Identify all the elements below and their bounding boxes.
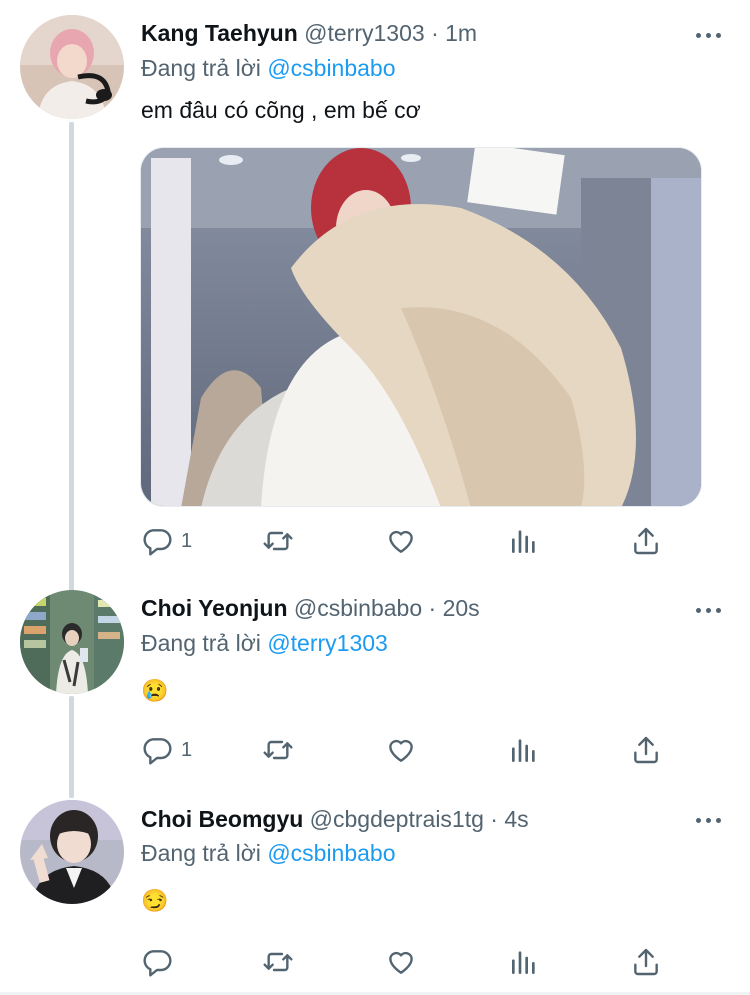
like-icon <box>389 739 413 762</box>
mention-link[interactable]: @csbinbabo <box>267 55 395 81</box>
share-icon <box>634 736 658 764</box>
replying-to: Đang trả lời @csbinbabo <box>141 55 396 82</box>
views-button[interactable] <box>508 942 540 982</box>
retweet-button[interactable] <box>262 730 294 770</box>
share-icon <box>634 948 658 976</box>
author-handle[interactable]: @terry1303 <box>304 20 425 46</box>
avatar[interactable] <box>20 800 124 904</box>
tweet-header: Choi Beomgyu @cbgdeptrais1tg · 4s <box>141 806 529 836</box>
tweet-media-image[interactable] <box>140 147 702 507</box>
like-button[interactable] <box>385 521 417 561</box>
timestamp[interactable]: 4s <box>504 806 528 832</box>
replying-to-label: Đang trả lời <box>141 630 261 656</box>
like-icon <box>389 530 413 553</box>
retweet-icon <box>263 952 293 972</box>
more-icon[interactable] <box>694 20 724 50</box>
views-button[interactable] <box>508 730 540 770</box>
reply-button[interactable]: 1 <box>141 521 192 561</box>
like-button[interactable] <box>385 942 417 982</box>
share-button[interactable] <box>630 942 662 982</box>
reply-icon <box>143 738 172 765</box>
tweet[interactable]: Choi Yeonjun @csbinbabo · 20s Đang trả l… <box>0 580 750 790</box>
replying-to-label: Đang trả lời <box>141 840 261 866</box>
tweet-header: Kang Taehyun @terry1303 · 1m <box>141 20 477 50</box>
reply-icon <box>143 529 172 556</box>
reply-count: 1 <box>181 738 193 761</box>
retweet-button[interactable] <box>262 942 294 982</box>
timestamp[interactable]: 1m <box>445 20 477 46</box>
timestamp[interactable]: 20s <box>443 595 480 621</box>
tweet-text: 😢 <box>141 678 169 703</box>
avatar[interactable] <box>20 590 124 694</box>
tweet-text: em đâu có cõng , em bế cơ <box>141 97 421 123</box>
separator-dot: · <box>428 595 437 621</box>
tweet-text: 😏 <box>141 888 169 913</box>
replying-to: Đang trả lời @terry1303 <box>141 630 388 657</box>
conversation-thread: Kang Taehyun @terry1303 · 1m Đang trả lờ… <box>0 0 750 995</box>
tweet-actions <box>0 942 750 982</box>
separator-dot: · <box>490 806 498 832</box>
tweet-actions: 1 <box>0 521 750 561</box>
replying-to-label: Đang trả lời <box>141 55 261 81</box>
mention-link[interactable]: @terry1303 <box>267 630 388 656</box>
separator-dot: · <box>431 20 439 46</box>
retweet-icon <box>263 740 293 760</box>
tweet-actions: 1 <box>0 730 750 770</box>
like-icon <box>389 951 413 974</box>
tweet-header: Choi Yeonjun @csbinbabo · 20s <box>141 595 480 625</box>
views-icon <box>512 739 535 762</box>
author-handle[interactable]: @csbinbabo <box>294 595 422 621</box>
reply-button[interactable] <box>141 942 181 982</box>
tweet[interactable]: Kang Taehyun @terry1303 · 1m Đang trả lờ… <box>0 0 750 580</box>
mention-link[interactable]: @csbinbabo <box>267 840 395 866</box>
retweet-button[interactable] <box>262 521 294 561</box>
views-icon <box>512 530 535 553</box>
reply-button[interactable]: 1 <box>141 730 192 770</box>
like-button[interactable] <box>385 730 417 770</box>
tweet[interactable]: Choi Beomgyu @cbgdeptrais1tg · 4s Đang t… <box>0 790 750 990</box>
author-name[interactable]: Choi Yeonjun <box>141 595 288 621</box>
views-icon <box>512 951 535 974</box>
share-icon <box>634 527 658 555</box>
more-icon[interactable] <box>694 595 724 625</box>
replying-to: Đang trả lời @csbinbabo <box>141 840 396 867</box>
retweet-icon <box>263 531 293 551</box>
reply-count: 1 <box>181 529 193 552</box>
author-name[interactable]: Kang Taehyun <box>141 20 298 46</box>
author-handle[interactable]: @cbgdeptrais1tg <box>310 806 484 832</box>
share-button[interactable] <box>630 521 662 561</box>
reply-icon <box>143 950 172 977</box>
share-button[interactable] <box>630 730 662 770</box>
avatar[interactable] <box>20 15 124 119</box>
views-button[interactable] <box>508 521 540 561</box>
author-name[interactable]: Choi Beomgyu <box>141 806 303 832</box>
more-icon[interactable] <box>694 805 724 835</box>
